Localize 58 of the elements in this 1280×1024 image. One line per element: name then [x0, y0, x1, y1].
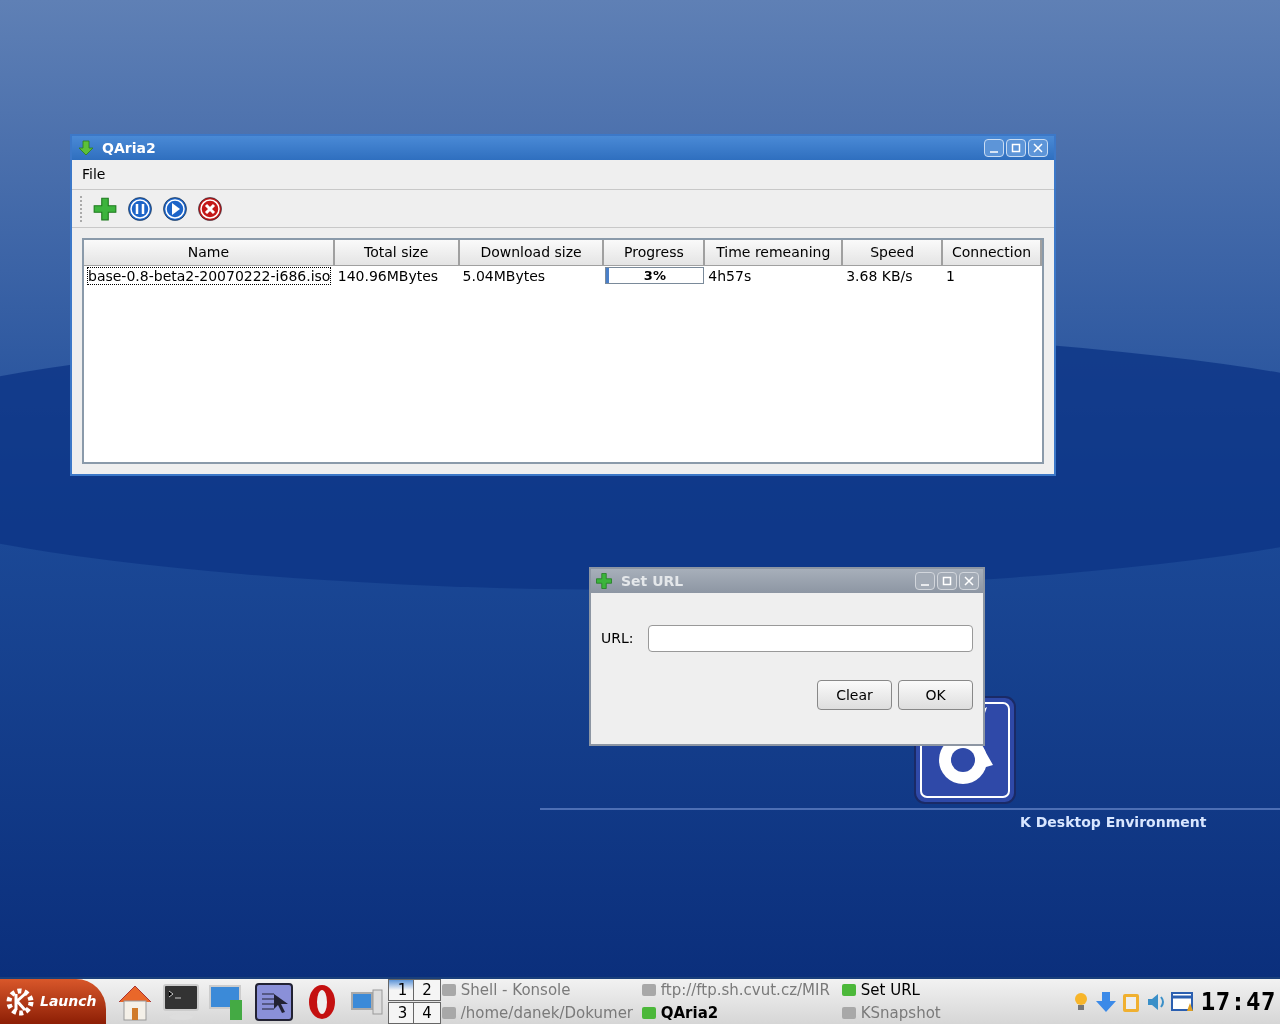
minimize-button[interactable]: [915, 572, 935, 590]
maximize-button[interactable]: [1006, 139, 1026, 157]
app-icon: [640, 982, 657, 998]
progress-label: 3%: [642, 268, 667, 283]
minimize-icon: [989, 151, 999, 153]
table-cell: 1: [946, 268, 955, 284]
window-title: QAria2: [102, 138, 157, 158]
minimize-button[interactable]: [984, 139, 1004, 157]
close-icon: [964, 576, 974, 586]
calendar-icon[interactable]: [1170, 990, 1195, 1013]
plus-icon: [595, 572, 613, 590]
maximize-icon: [942, 576, 952, 586]
pause-icon[interactable]: [127, 195, 153, 222]
column-header[interactable]: Name: [84, 240, 335, 266]
task-button[interactable]: ftp://ftp.sh.cvut.cz/MIR: [640, 978, 841, 1002]
logo-caption: K Desktop Environment: [1020, 813, 1207, 832]
dialog-button[interactable]: Clear: [817, 680, 892, 710]
app-icon: [640, 1005, 657, 1021]
clock: 17:47: [1200, 986, 1276, 1018]
maximize-icon: [1011, 143, 1021, 153]
cursor-window-icon[interactable]: [254, 981, 295, 1022]
close-button[interactable]: [1028, 139, 1048, 157]
table-cell: base-0.8-beta2-20070222-i686.iso: [87, 267, 332, 285]
url-label: URL:: [601, 629, 634, 648]
table-cell: 5.04MBytes: [462, 268, 546, 284]
table-cell: 4h57s: [708, 268, 752, 284]
table-cell: 3.68 KB/s: [846, 268, 913, 284]
play-icon[interactable]: [162, 195, 188, 222]
task-button[interactable]: Set URL: [840, 978, 1071, 1002]
app-icon: [840, 982, 857, 998]
column-header[interactable]: Time remeaning: [705, 240, 844, 266]
maximize-button[interactable]: [937, 572, 957, 590]
app-icon: [840, 1005, 857, 1021]
desktop-pager-button[interactable]: 4: [413, 1002, 442, 1024]
app-icon: [440, 982, 457, 998]
minimize-icon: [920, 584, 930, 586]
column-header[interactable]: Connection: [943, 240, 1042, 266]
download-row[interactable]: base-0.8-beta2-20070222-i686.iso 140.96MBytes 5.04MBytes 3% 4h57s 3.68 KB/s 1: [84, 266, 1042, 286]
window-title: Set URL: [621, 571, 685, 591]
column-header[interactable]: Total size: [334, 240, 460, 266]
app-icon: [440, 1005, 457, 1021]
dialog-button[interactable]: OK: [898, 680, 973, 710]
down-arrow-icon: [78, 140, 94, 156]
task-button[interactable]: QAria2: [640, 1001, 841, 1024]
close-icon: [1033, 143, 1043, 153]
add-icon: [92, 195, 118, 222]
column-header[interactable]: Download size: [459, 240, 605, 266]
task-button[interactable]: Shell - Konsole: [440, 978, 641, 1002]
column-header[interactable]: Progress: [604, 240, 706, 266]
download-arrow-icon[interactable]: [1094, 990, 1117, 1013]
url-field[interactable]: [647, 625, 973, 652]
close-button[interactable]: [959, 572, 979, 590]
launch-button[interactable]: Launch: [0, 979, 107, 1024]
close-icon[interactable]: [197, 195, 223, 222]
table-cell: 140.96MBytes: [337, 268, 439, 284]
desktop-pager-button[interactable]: 2: [413, 979, 442, 1001]
column-header[interactable]: Speed: [843, 240, 944, 266]
menu-item[interactable]: File: [82, 164, 106, 185]
